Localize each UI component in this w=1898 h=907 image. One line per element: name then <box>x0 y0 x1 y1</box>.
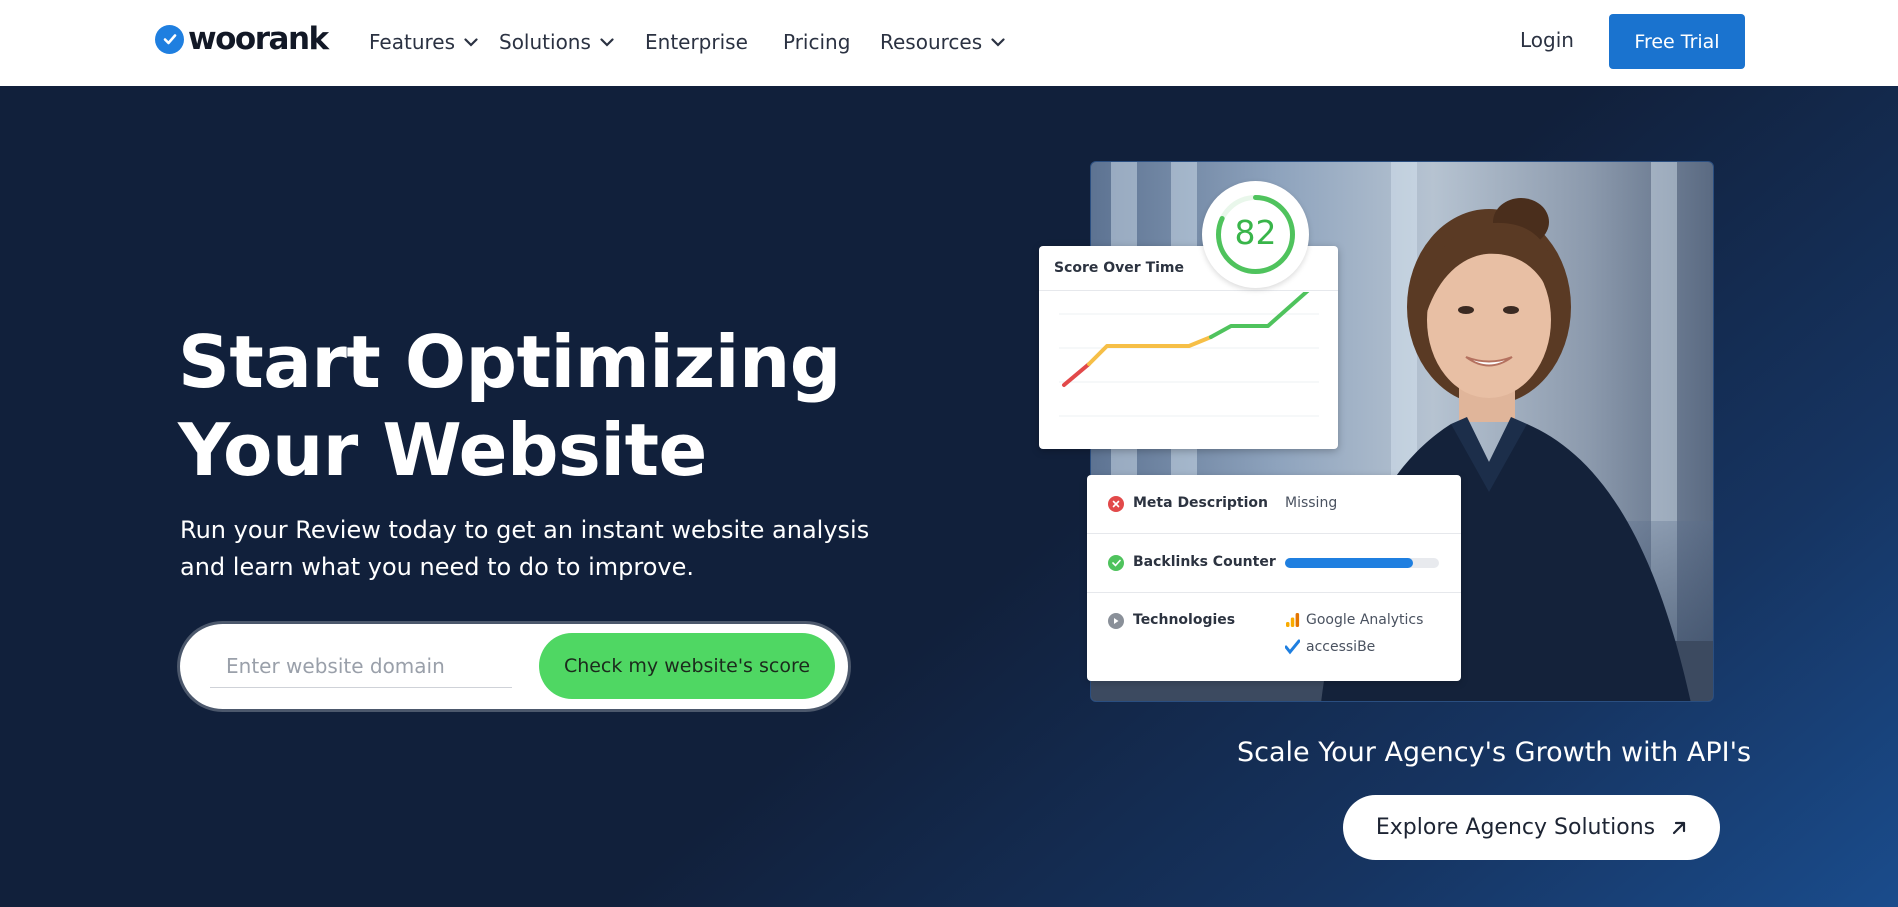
error-icon <box>1108 496 1124 512</box>
tech-name: accessiBe <box>1306 639 1376 655</box>
top-navbar: woorank Features Solutions Enterprise Pr… <box>0 0 1898 86</box>
tech-name: Google Analytics <box>1306 612 1424 628</box>
nav-item-resources[interactable]: Resources <box>880 28 1005 56</box>
score-trend-chart <box>1059 292 1319 417</box>
nav-item-label: Features <box>369 30 455 54</box>
score-gauge: 82 <box>1202 181 1309 288</box>
tech-google-analytics: Google Analytics <box>1285 612 1423 628</box>
nav-item-label: Enterprise <box>645 30 748 54</box>
chevron-down-icon <box>600 37 614 47</box>
check-score-button[interactable]: Check my website's score <box>539 633 835 699</box>
report-row-label: Technologies <box>1133 612 1236 628</box>
accessibe-icon <box>1285 639 1300 655</box>
check-icon <box>1108 555 1124 571</box>
trend-segment-yellow <box>1087 335 1213 366</box>
card-divider <box>1039 290 1338 291</box>
check-circle-icon <box>155 24 184 54</box>
chevron-down-icon <box>464 37 478 47</box>
google-analytics-icon <box>1286 613 1300 627</box>
chevron-down-icon <box>991 37 1005 47</box>
nav-item-label: Solutions <box>499 30 591 54</box>
hero-title-line-1: Start Optimizing <box>178 320 841 404</box>
arrow-up-right-icon <box>1673 821 1686 834</box>
report-row-value: Missing <box>1285 495 1338 511</box>
report-row-label: Meta Description <box>1133 495 1268 511</box>
score-over-time-title: Score Over Time <box>1054 260 1185 276</box>
agency-tagline: Scale Your Agency's Growth with API's <box>1237 737 1752 768</box>
report-row-meta-description: Meta Description Missing <box>1087 475 1461 533</box>
backlinks-progress-bar <box>1285 558 1439 568</box>
backlinks-progress-fill <box>1285 558 1413 568</box>
hero-subtitle-line-2: and learn what you need to do to improve… <box>180 553 695 581</box>
seo-report-card: Meta Description Missing Backlinks Count… <box>1087 475 1461 681</box>
report-row-backlinks: Backlinks Counter <box>1087 534 1461 592</box>
nav-item-features[interactable]: Features <box>369 28 478 56</box>
nav-item-label: Resources <box>880 30 983 54</box>
score-value: 82 <box>1234 213 1277 252</box>
hero-subtitle: Run your Review today to get an instant … <box>180 512 900 586</box>
website-domain-input[interactable] <box>210 644 512 688</box>
nav-item-enterprise[interactable]: Enterprise <box>645 28 748 56</box>
login-link[interactable]: Login <box>1520 28 1574 52</box>
explore-agency-solutions-button[interactable]: Explore Agency Solutions <box>1343 795 1720 860</box>
logo-text: woorank <box>188 21 329 57</box>
tech-accessibe: accessiBe <box>1285 639 1375 655</box>
nav-item-solutions[interactable]: Solutions <box>499 28 614 56</box>
website-check-form: Check my website's score <box>180 624 848 709</box>
info-icon <box>1108 613 1124 629</box>
report-row-technologies: Technologies Google Analytics accessiBe <box>1087 593 1461 681</box>
agency-button-label: Explore Agency Solutions <box>1375 815 1656 840</box>
free-trial-button[interactable]: Free Trial <box>1609 14 1745 69</box>
hero-title-line-2: Your Website <box>178 408 707 492</box>
report-row-label: Backlinks Counter <box>1133 554 1276 570</box>
nav-item-label: Pricing <box>783 30 851 54</box>
hero-subtitle-line-1: Run your Review today to get an instant … <box>180 516 870 544</box>
nav-item-pricing[interactable]: Pricing <box>783 28 850 56</box>
hero-title: Start Optimizing Your Website <box>178 318 878 494</box>
woorank-logo[interactable]: woorank <box>155 21 329 57</box>
